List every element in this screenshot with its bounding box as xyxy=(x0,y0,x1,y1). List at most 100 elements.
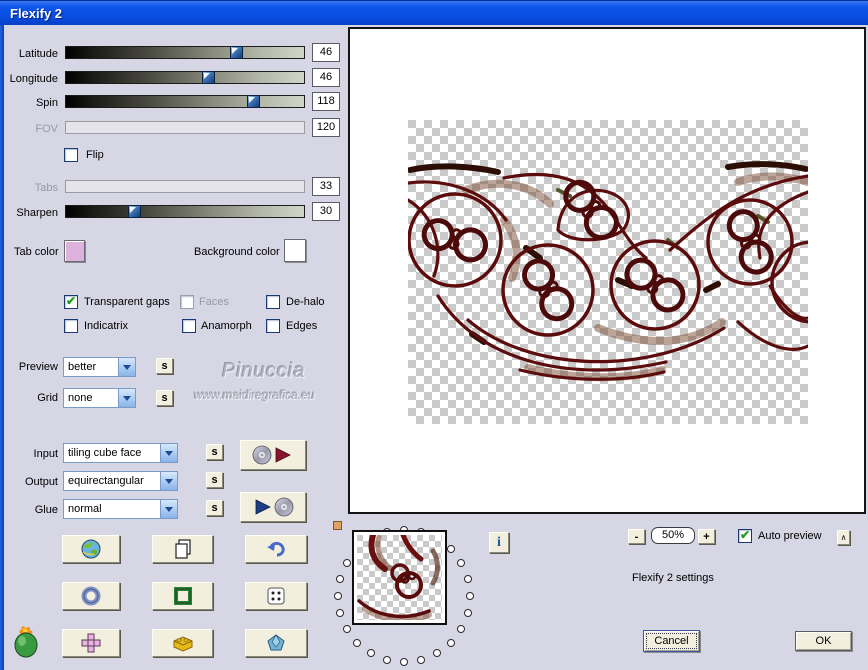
fov-value[interactable]: 120 xyxy=(312,118,340,137)
rotation-anchor-handle[interactable] xyxy=(333,521,342,530)
flip-checkbox[interactable] xyxy=(64,148,78,162)
tab-color-swatch[interactable] xyxy=(64,240,85,262)
rotation-thumbnail[interactable] xyxy=(352,530,447,625)
cube-net-button[interactable] xyxy=(62,629,120,657)
latitude-slider-row: Latitude 46 xyxy=(0,43,345,66)
background-color-swatch[interactable] xyxy=(284,239,306,262)
torus-icon xyxy=(81,586,101,606)
output-combo[interactable]: equirectangular xyxy=(63,471,178,491)
frame-icon xyxy=(173,587,192,605)
polyhedron-button[interactable] xyxy=(245,629,307,657)
rotation-dot[interactable] xyxy=(353,638,362,647)
spin-thumb[interactable] xyxy=(247,95,261,108)
cancel-label: Cancel xyxy=(654,635,689,647)
tabs-value[interactable]: 33 xyxy=(312,177,340,196)
sharpen-value[interactable]: 30 xyxy=(312,202,340,221)
copy-button[interactable] xyxy=(152,535,213,563)
spin-slider-row: Spin 118 xyxy=(0,92,345,115)
chevron-down-icon[interactable] xyxy=(160,472,177,490)
glue-combo[interactable]: normal xyxy=(63,499,178,519)
preview-panel[interactable] xyxy=(348,27,866,514)
rotation-dot[interactable] xyxy=(336,574,345,583)
bricks-button[interactable] xyxy=(152,629,213,657)
undo-button[interactable] xyxy=(245,535,307,563)
rotation-dot[interactable] xyxy=(417,655,426,664)
rotation-dot[interactable] xyxy=(446,545,455,554)
longitude-value[interactable]: 46 xyxy=(312,68,340,87)
glue-combo-label: Glue xyxy=(34,504,58,516)
input-s-button[interactable]: s xyxy=(206,444,223,460)
sharpen-slider[interactable] xyxy=(65,205,305,218)
grid-combo[interactable]: none xyxy=(63,388,136,408)
info-icon: i xyxy=(497,534,501,550)
grid-s-button[interactable]: s xyxy=(156,390,173,406)
cd-load-button[interactable] xyxy=(240,440,306,470)
rotation-dot[interactable] xyxy=(334,592,342,600)
grid-combo-label: Grid xyxy=(37,392,58,404)
chevron-down-icon[interactable] xyxy=(160,500,177,518)
input-combo[interactable]: tiling cube face xyxy=(63,443,178,463)
cube-net-icon xyxy=(81,633,101,653)
chevron-down-icon[interactable] xyxy=(118,358,135,376)
rotation-dot[interactable] xyxy=(400,658,408,666)
rotation-dot[interactable] xyxy=(382,655,391,664)
rotation-dot[interactable] xyxy=(446,638,455,647)
de-halo-checkbox[interactable] xyxy=(266,295,280,309)
frame-button[interactable] xyxy=(152,582,213,610)
title-bar[interactable]: Flexify 2 xyxy=(0,0,868,25)
rotation-dot[interactable] xyxy=(466,592,474,600)
rotation-dot[interactable] xyxy=(463,609,472,618)
chevron-down-icon[interactable] xyxy=(118,389,135,407)
spin-slider[interactable] xyxy=(65,95,305,108)
cd-save-button[interactable] xyxy=(240,492,306,522)
random-button[interactable] xyxy=(245,582,307,610)
rotation-dot[interactable] xyxy=(342,625,351,633)
ok-button[interactable]: OK xyxy=(795,631,852,651)
tabs-slider-row: Tabs 33 xyxy=(0,177,345,200)
flaming-pear-logo[interactable] xyxy=(12,625,44,659)
watermark-name: Pinuccia xyxy=(222,360,306,382)
flip-label: Flip xyxy=(86,149,104,161)
tabs-slider xyxy=(65,180,305,193)
sharpen-thumb[interactable] xyxy=(128,205,142,218)
chevron-down-icon[interactable] xyxy=(160,444,177,462)
glue-s-button[interactable]: s xyxy=(206,500,223,516)
sharpen-label: Sharpen xyxy=(16,207,58,219)
latitude-value[interactable]: 46 xyxy=(312,43,340,62)
globe-button[interactable] xyxy=(62,535,120,563)
zoom-out-button[interactable]: - xyxy=(628,529,645,544)
window-title: Flexify 2 xyxy=(10,6,63,21)
rotation-dot[interactable] xyxy=(463,574,472,583)
anamorph-checkbox[interactable] xyxy=(182,319,196,333)
longitude-thumb[interactable] xyxy=(201,71,215,84)
longitude-slider[interactable] xyxy=(65,71,305,84)
edges-checkbox[interactable] xyxy=(266,319,280,333)
collapse-button[interactable]: ∧ xyxy=(837,530,850,545)
indicatrix-checkbox[interactable] xyxy=(64,319,78,333)
latitude-thumb[interactable] xyxy=(230,46,244,59)
transparent-gaps-checkbox[interactable] xyxy=(64,294,78,309)
rotation-dot[interactable] xyxy=(342,559,351,567)
torus-button[interactable] xyxy=(62,582,120,610)
rotation-dot[interactable] xyxy=(367,649,375,658)
cancel-button[interactable]: Cancel xyxy=(643,630,700,652)
transparent-gaps-label: Transparent gaps xyxy=(84,296,170,308)
ok-label: OK xyxy=(815,635,832,647)
preview-s-button[interactable]: s xyxy=(156,358,173,374)
zoom-in-button[interactable]: + xyxy=(698,529,715,544)
rotation-dot[interactable] xyxy=(457,625,466,633)
faces-label: Faces xyxy=(199,296,229,308)
rotation-dot[interactable] xyxy=(457,559,466,567)
indicatrix-label: Indicatrix xyxy=(84,320,129,332)
output-s-button[interactable]: s xyxy=(206,472,223,488)
fov-slider-row: FOV 120 xyxy=(0,118,345,141)
glue-combo-value: normal xyxy=(68,503,102,515)
info-button[interactable]: i xyxy=(489,532,509,553)
thumbnail-image xyxy=(357,532,442,623)
latitude-slider[interactable] xyxy=(65,46,305,59)
preview-combo[interactable]: better xyxy=(63,357,136,377)
rotation-dot[interactable] xyxy=(336,609,345,618)
auto-preview-checkbox[interactable] xyxy=(738,528,752,543)
rotation-dot[interactable] xyxy=(433,649,441,658)
spin-value[interactable]: 118 xyxy=(312,92,340,111)
